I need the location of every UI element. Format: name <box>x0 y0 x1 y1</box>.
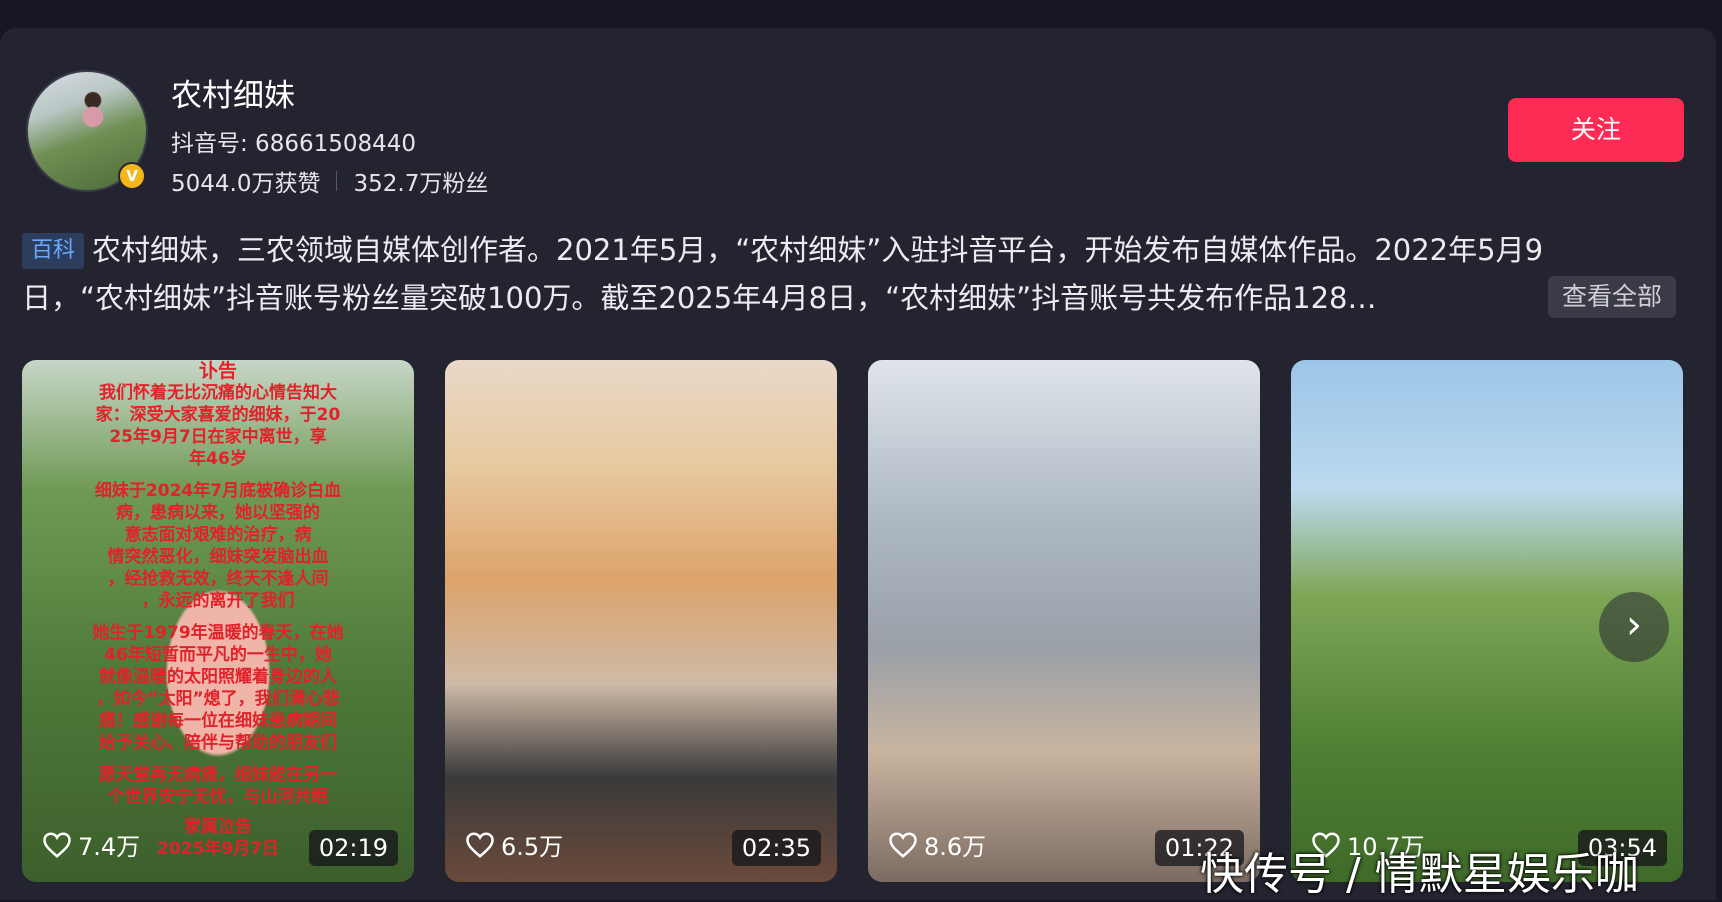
overlay-line: 痛！感谢每一位在细妹患病期间 <box>99 711 337 731</box>
overlay-line: 讣告 <box>198 360 237 382</box>
video-duration: 02:35 <box>731 830 821 866</box>
next-arrow-icon[interactable]: › <box>1599 592 1669 662</box>
overlay-line: ，经抢救无效，终天不逢人间 <box>107 569 329 589</box>
likes-count: 7.4万 <box>78 833 141 861</box>
overlay-line: 我们怀着无比沉痛的心情告知大 <box>99 383 337 403</box>
heart-icon <box>43 831 71 858</box>
overlay-line: 细妹于2024年7月底被确诊白血 <box>94 481 342 501</box>
watermark: 快传号 / 情默星娱乐咖 <box>1200 849 1639 900</box>
bio-tag[interactable]: 百科 <box>22 233 85 269</box>
profile-stats: 5044.0万获赞 352.7万粉丝 <box>171 164 488 198</box>
likes-count: 8.6万 <box>924 833 987 861</box>
video-card[interactable]: 6.5万 02:35 <box>445 360 837 882</box>
overlay-line: 年46岁 <box>189 449 247 469</box>
verified-badge-icon: V <box>118 162 146 190</box>
likes-count: 5044.0万获赞 <box>171 171 321 197</box>
overlay-line: 病，患病以来，她以坚强的 <box>116 503 320 523</box>
overlay-line: 25年9月7日在家中离世，享 <box>109 427 327 447</box>
overlay-line: 就像温暖的太阳照耀着身边的人 <box>99 667 337 687</box>
video-likes: 8.6万 <box>888 827 986 862</box>
stats-divider <box>336 171 338 191</box>
bio-line-1: 农村细妹，三农领域自媒体创作者。2021年5月，“农村细妹”入驻抖音平台，开始发… <box>92 233 1544 267</box>
overlay-line: 46年短暂而平凡的一生中，她 <box>104 645 332 665</box>
fans-count: 352.7万粉丝 <box>353 171 489 197</box>
video-card[interactable]: 8.6万 01:22 <box>868 360 1260 882</box>
overlay-line: 情突然恶化，细妹突发脑出血 <box>107 547 329 567</box>
view-all-button[interactable]: 查看全部 <box>1548 276 1677 318</box>
video-card[interactable]: › 10.7万 03:54 <box>1291 360 1683 882</box>
bio: 百科 农村细妹，三农领域自媒体创作者。2021年5月，“农村细妹”入驻抖音平台，开… <box>22 226 1686 322</box>
overlay-line: 个世界安宁无忧，与山河共眠 <box>107 787 329 807</box>
overlay-line: ，永远的离开了我们 <box>141 591 295 611</box>
video-likes: 7.4万 <box>42 827 140 862</box>
douyin-id: 抖音号: 68661508440 <box>171 131 417 157</box>
video-overlay-text: 讣告 我们怀着无比沉痛的心情告知大 家：深受大家喜爱的细妹，于20 25年9月7… <box>32 360 404 860</box>
likes-count: 6.5万 <box>501 833 564 861</box>
video-likes: 6.5万 <box>465 827 563 862</box>
heart-icon <box>466 831 494 858</box>
follow-button[interactable]: 关注 <box>1508 98 1684 162</box>
overlay-line: 愿天堂再无病痛，细妹能在另一 <box>99 765 337 785</box>
video-duration: 02:19 <box>308 830 398 866</box>
overlay-line: 家：深受大家喜爱的细妹，于20 <box>95 405 341 425</box>
video-card[interactable]: 讣告 我们怀着无比沉痛的心情告知大 家：深受大家喜爱的细妹，于20 25年9月7… <box>22 360 414 882</box>
bio-line-2: 日，“农村细妹”抖音账号粉丝量突破100万。截至2025年4月8日，“农村细妹”… <box>22 281 1377 315</box>
heart-icon <box>889 831 917 858</box>
overlay-line: ，如今“太阳”熄了，我们满心悲 <box>96 689 340 709</box>
overlay-line: 意志面对艰难的治疗，病 <box>124 525 312 545</box>
overlay-line: 她生于1979年温暖的春天，在她 <box>92 623 344 643</box>
overlay-line: 给予关心、陪伴与帮助的朋友们 <box>99 733 337 753</box>
profile-name: 农村细妹 <box>171 78 295 114</box>
